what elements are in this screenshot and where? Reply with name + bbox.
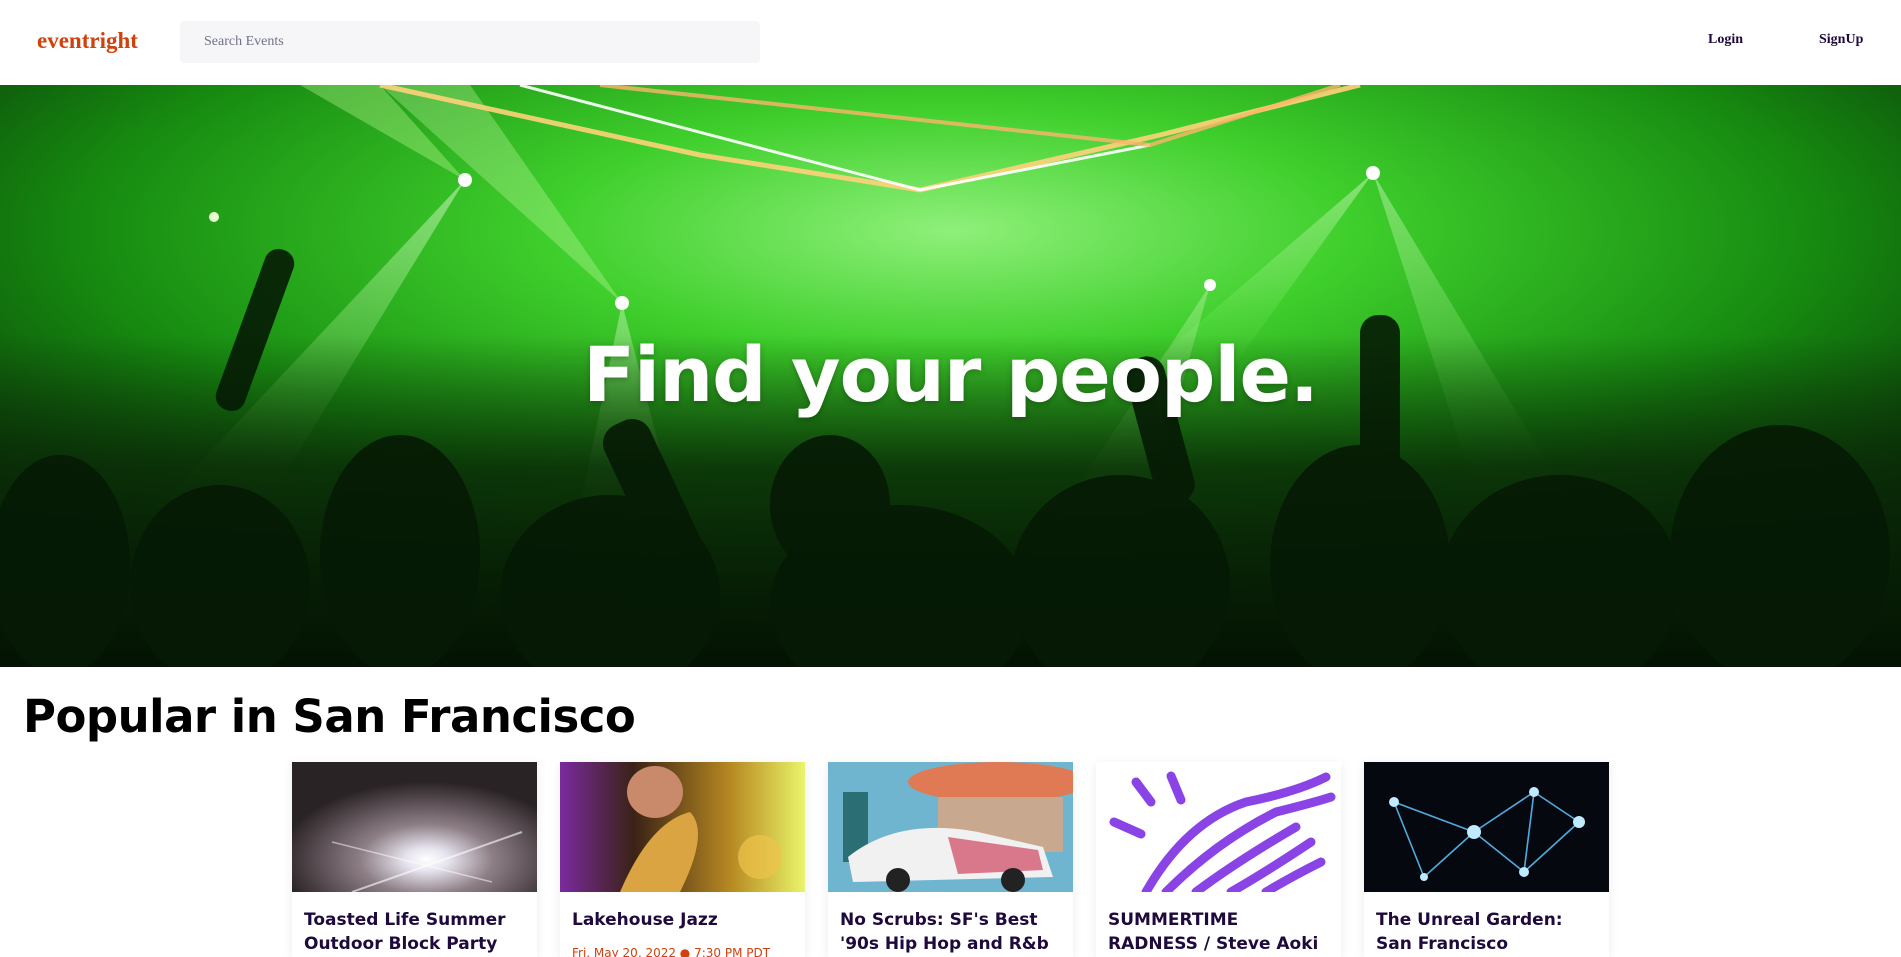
event-title: The Unreal Garden: San Francisco <box>1376 910 1563 954</box>
event-card[interactable]: The Unreal Garden: San Francisco <box>1364 762 1609 957</box>
event-image-concert-light <box>292 762 537 892</box>
event-image-saxophone <box>560 762 805 892</box>
event-date: Fri, May 20, 2022 ● 7:30 PM PDT <box>572 946 771 957</box>
event-title: No Scrubs: SF's Best '90s Hip Hop and R&… <box>840 910 1049 954</box>
event-card[interactable]: SUMMERTIME RADNESS / Steve Aoki <box>1096 762 1341 957</box>
event-card[interactable]: Lakehouse Jazz Fri, May 20, 2022 ● 7:30 … <box>560 762 805 957</box>
event-image-retro-car <box>828 762 1073 892</box>
event-title: Toasted Life Summer Outdoor Block Party <box>304 910 506 954</box>
logo[interactable]: eventright <box>37 28 138 54</box>
event-card[interactable]: No Scrubs: SF's Best '90s Hip Hop and R&… <box>828 762 1073 957</box>
search-input[interactable] <box>180 21 760 63</box>
event-image-blue-network <box>1364 762 1609 892</box>
hero-banner: Find your people. <box>0 85 1901 667</box>
section-title: Popular in San Francisco <box>23 690 636 743</box>
login-link[interactable]: Login <box>1708 32 1743 48</box>
signup-link[interactable]: SignUp <box>1819 32 1863 48</box>
top-navbar: eventright Login SignUp <box>0 0 1901 85</box>
hero-title: Find your people. <box>583 330 1319 419</box>
event-title: SUMMERTIME RADNESS / Steve Aoki <box>1108 910 1319 954</box>
event-image-purple-hand <box>1096 762 1341 892</box>
event-card[interactable]: Toasted Life Summer Outdoor Block Party <box>292 762 537 957</box>
event-title: Lakehouse Jazz <box>572 910 718 930</box>
